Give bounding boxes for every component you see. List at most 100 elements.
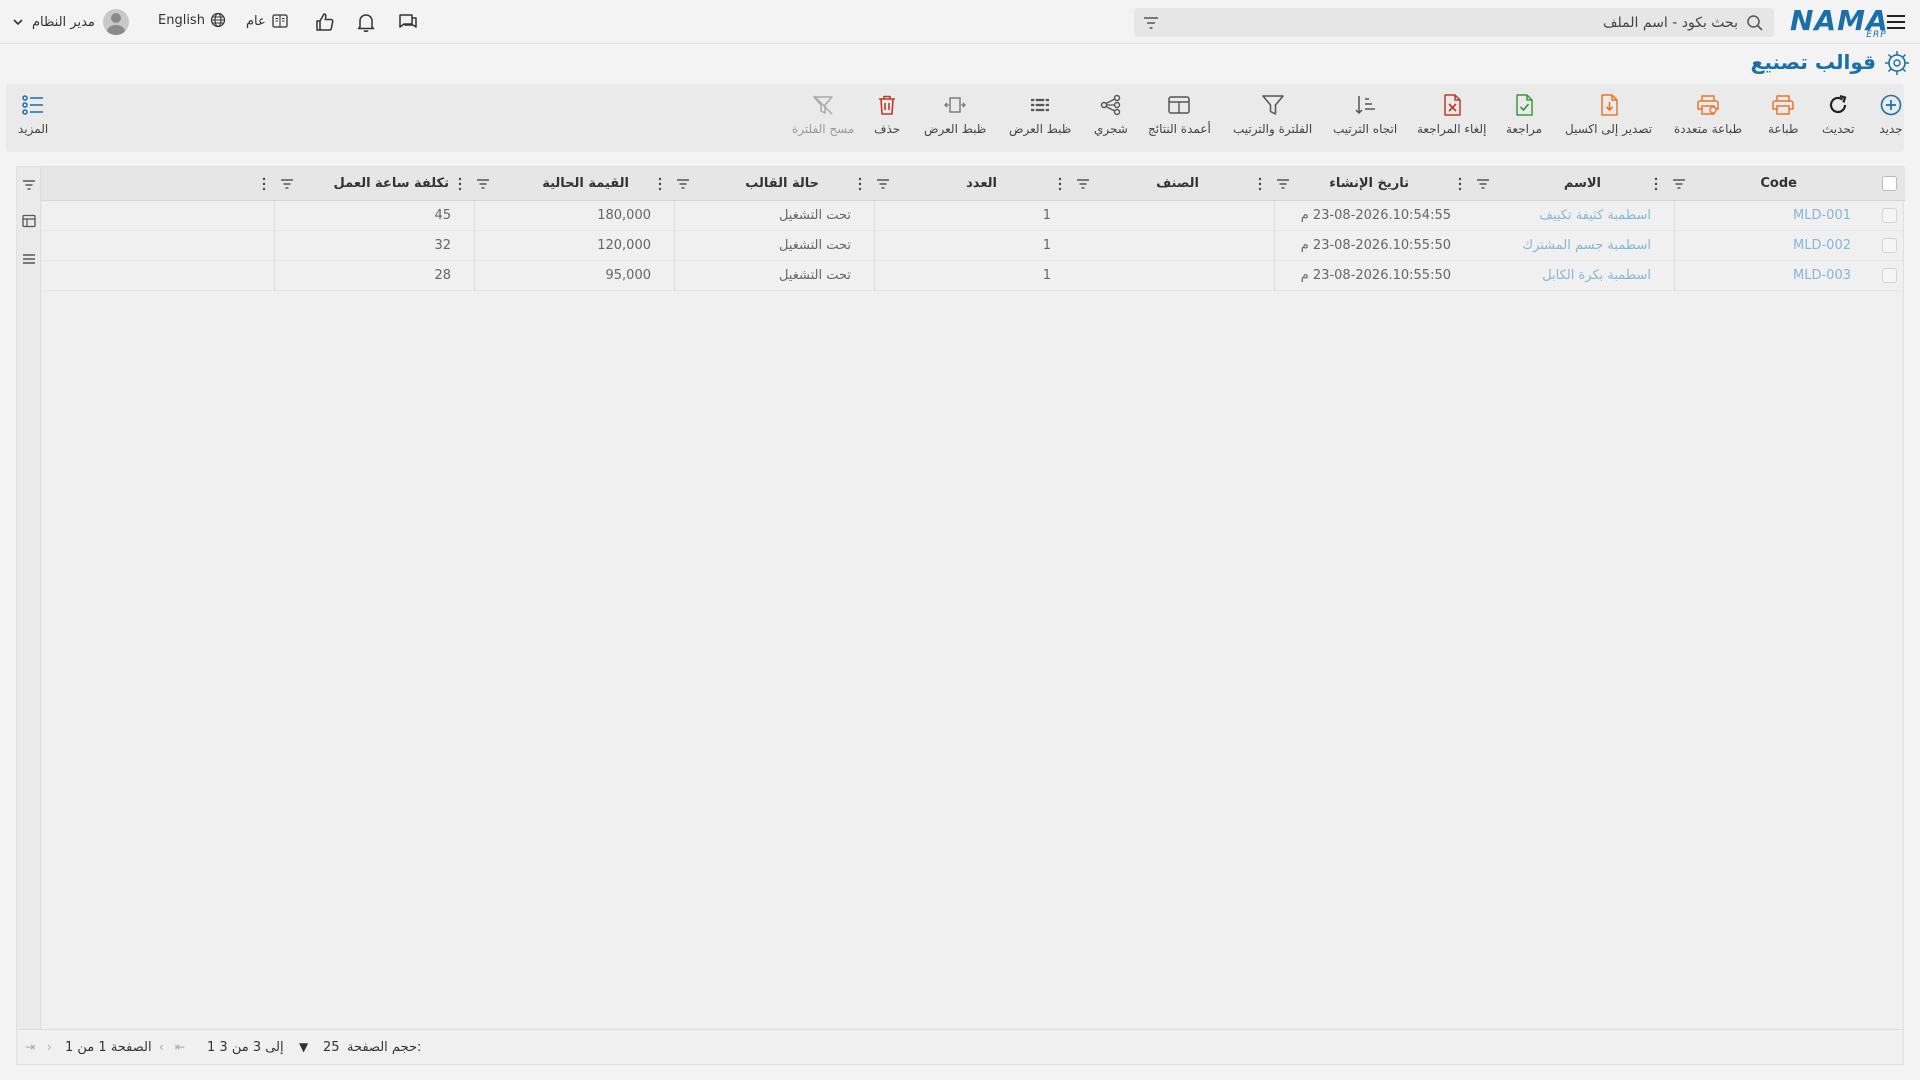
cancel-review-button[interactable]: إلغاء المراجعة [1417,92,1486,136]
delete-button[interactable]: حذف [874,92,900,136]
list-view-icon[interactable] [21,251,37,267]
toolbar: المزيد مسح الفلترة حذف ظبط العرض ظبط الع… [6,84,1904,152]
new-button[interactable]: جديد [1878,92,1904,136]
page-title: قوالب تصنيع [1750,50,1876,74]
search-filter-icon[interactable] [1142,14,1160,32]
page-size-dropdown-icon[interactable]: ▼ [299,1040,308,1054]
sort-direction-icon [1355,96,1376,115]
new-label: جديد [1879,122,1903,136]
first-page-icon[interactable]: ⇤ [175,1040,185,1054]
fit-width-button[interactable]: ظبط العرض [924,92,986,136]
fit-width-alt-icon [1031,98,1050,112]
select-all-checkbox[interactable] [1882,176,1897,191]
list-more-icon [22,95,44,115]
column-name[interactable]: الاسم [1458,167,1671,201]
clear-filter-icon [813,95,833,115]
filter-lines-icon[interactable] [21,177,37,193]
refresh-icon [1830,94,1847,114]
column-divider [1674,201,1675,291]
column-filter-icon[interactable] [1275,176,1291,192]
user-menu[interactable]: مدير النظام [12,9,129,35]
plus-circle-icon [1880,94,1902,116]
column-labor-cost-label: تكلفة ساعة العمل [333,176,449,191]
cell-count: 1 [1042,208,1051,223]
cell-created: 23-08-2026.10:55:50 م [1300,268,1451,283]
column-current-value[interactable]: القيمة الحالية [458,167,675,201]
table-row[interactable]: MLD-002 اسطمبة جسم المشترك 23-08-2026.10… [41,231,1905,261]
row-checkbox[interactable] [1882,208,1897,223]
grid-side-panel [17,167,41,1031]
column-divider [674,201,675,291]
thumbs-up-icon[interactable] [313,10,337,34]
page-info: الصفحة 1 من 1 [65,1040,152,1055]
printer-icon [1772,95,1794,115]
molds-module-icon [1885,51,1909,75]
cell-name[interactable]: اسطمبة بكرة الكابل [1542,268,1651,283]
review-check-icon [1516,94,1533,116]
filter-sort-button[interactable]: الفلترة والترتيب [1233,92,1312,136]
cell-labor-cost: 45 [434,208,451,223]
column-category[interactable]: الصنف [1058,167,1275,201]
row-checkbox[interactable] [1882,268,1897,283]
hamburger-menu-icon[interactable] [1884,10,1908,34]
bell-icon[interactable] [354,10,378,34]
columns-icon [1168,96,1191,114]
column-status-label: حالة القالب [745,176,819,191]
column-code[interactable]: Code [1654,167,1867,201]
nama-erp-logo[interactable]: NAMA ERP [1790,4,1889,40]
cell-status: تحت التشغيل [778,208,851,223]
filter-icon [1261,95,1284,115]
language-switch[interactable]: English [158,12,226,28]
fit-width-alt-button[interactable]: ظبط العرض [1009,92,1071,136]
table-row[interactable]: MLD-001 اسطمبة كثيفة تكييف 23-08-2026.10… [41,201,1905,231]
last-page-icon[interactable]: ⇥ [25,1040,35,1054]
prev-page-icon[interactable]: ‹ [159,1040,164,1054]
cancel-review-icon [1443,94,1461,116]
column-filter-icon[interactable] [1475,176,1491,192]
row-checkbox[interactable] [1882,238,1897,253]
column-filter-icon[interactable] [475,176,491,192]
column-created[interactable]: تاريخ الإنشاء [1258,167,1475,201]
page-size-label: حجم الصفحة: [347,1040,422,1055]
multi-print-button[interactable]: طباعة متعددة [1674,92,1742,136]
column-divider [1274,201,1275,291]
globe-icon [210,12,226,28]
column-menu-icon[interactable] [259,176,269,192]
column-filter-icon[interactable] [279,176,295,192]
review-label: مراجعة [1506,122,1543,136]
cell-code[interactable]: MLD-002 [1793,238,1851,253]
column-filter-icon[interactable] [675,176,691,192]
refresh-button[interactable]: تحديث [1822,92,1855,136]
clear-filter-button[interactable]: مسح الفلترة [792,92,854,136]
table-view-icon[interactable] [21,213,37,229]
column-filter-icon[interactable] [875,176,891,192]
column-count[interactable]: العدد [858,167,1075,201]
column-filter-icon[interactable] [1075,176,1091,192]
export-excel-button[interactable]: تصدير إلى اكسيل [1565,92,1652,136]
global-search[interactable] [1134,8,1774,37]
next-page-icon[interactable]: › [47,1040,52,1054]
column-status[interactable]: حالة القالب [658,167,875,201]
more-label: المزيد [18,122,49,136]
review-button[interactable]: مراجعة [1506,92,1542,136]
search-input[interactable] [1204,11,1764,34]
cell-code[interactable]: MLD-003 [1793,268,1851,283]
cell-name[interactable]: اسطمبة جسم المشترك [1522,238,1651,253]
chat-icon[interactable] [396,10,420,34]
result-columns-button[interactable]: أعمدة النتائج [1148,92,1211,136]
print-button[interactable]: طباعة [1768,92,1798,136]
cell-code[interactable]: MLD-001 [1793,208,1851,223]
tree-view-button[interactable]: شجري [1094,92,1128,136]
cell-created: 23-08-2026.10:55:50 م [1300,238,1451,253]
cell-count: 1 [1042,238,1051,253]
fiscal-year-switch[interactable]: عام [246,12,289,30]
more-button[interactable]: المزيد [18,92,48,136]
cell-labor-cost: 32 [434,238,451,253]
sort-direction-button[interactable]: اتجاه الترتيب [1333,92,1397,136]
column-filter-icon[interactable] [1671,176,1687,192]
column-labor-cost[interactable]: تكلفة ساعة العمل [262,167,475,201]
column-name-label: الاسم [1563,176,1601,191]
table-row[interactable]: MLD-003 اسطمبة بكرة الكابل 23-08-2026.10… [41,261,1905,291]
cell-name[interactable]: اسطمبة كثيفة تكييف [1539,208,1651,223]
page-size-value[interactable]: 25 [323,1040,340,1055]
